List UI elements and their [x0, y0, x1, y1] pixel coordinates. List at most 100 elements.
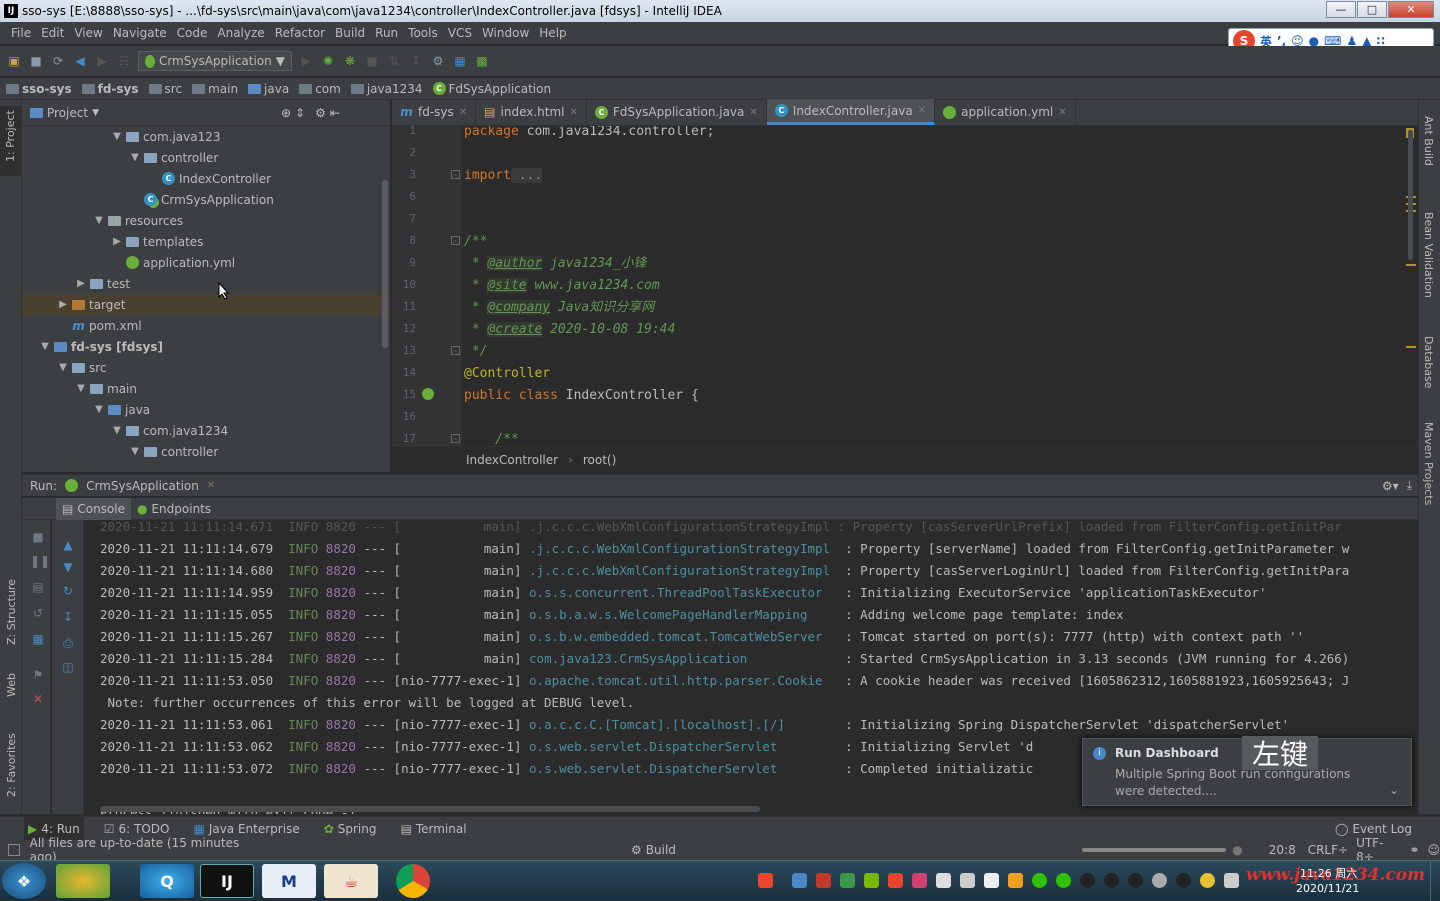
menu-tools[interactable]: Tools — [403, 26, 443, 40]
nvidia-icon[interactable] — [864, 873, 879, 888]
collapse-all-icon[interactable]: ⇕ — [295, 106, 305, 120]
tree-item[interactable]: application.yml — [22, 252, 390, 273]
nav-main[interactable]: main — [192, 82, 238, 96]
spring-bean-icon[interactable] — [422, 388, 434, 400]
menu-file[interactable]: File — [6, 26, 36, 40]
menu-help[interactable]: Help — [534, 26, 571, 40]
scroll-from-source-icon[interactable]: ⊕ — [281, 106, 291, 120]
expand-arrow-icon[interactable]: ▼ — [76, 383, 86, 394]
bean-validation-label[interactable]: Bean Validation — [1422, 212, 1435, 298]
tray-icon-3[interactable] — [912, 873, 927, 888]
clock-date[interactable]: 2020/11/21 — [1296, 882, 1359, 895]
tree-item[interactable]: ▼ controller — [22, 441, 390, 462]
editor-scrollbar[interactable] — [1408, 130, 1413, 260]
hide-panel-icon[interactable]: ⤓ — [1407, 478, 1412, 493]
layout-icon[interactable]: ▤ — [30, 580, 46, 596]
tray-icon-4[interactable] — [936, 873, 951, 888]
fold-icon[interactable]: - — [451, 170, 460, 179]
scroll-to-end-icon[interactable]: ↧ — [60, 610, 76, 626]
intellij-taskbar-icon[interactable]: IJ — [200, 864, 254, 898]
menu-analyze[interactable]: Analyze — [212, 26, 269, 40]
sdk-icon[interactable]: ▩ — [474, 53, 490, 69]
tree-item[interactable]: ▶ templates — [22, 231, 390, 252]
collapse-arrow-icon[interactable]: ▶ — [76, 278, 86, 289]
browser-q-icon[interactable]: Q — [140, 864, 194, 898]
maven-projects-label[interactable]: Maven Projects — [1422, 422, 1435, 505]
menu-edit[interactable]: Edit — [36, 26, 69, 40]
clock-time[interactable]: 11:26 周六 — [1300, 865, 1357, 881]
photo-app-icon[interactable] — [56, 864, 110, 898]
tool-terminal[interactable]: ▤ Terminal — [397, 817, 471, 841]
tray-icon-1[interactable] — [792, 873, 807, 888]
fold-icon[interactable]: - — [451, 434, 460, 443]
chrome-icon[interactable] — [396, 864, 430, 898]
tree-item[interactable]: ▼ resources — [22, 210, 390, 231]
console-hscrollbar[interactable] — [100, 806, 760, 812]
project-scrollbar[interactable] — [382, 180, 388, 348]
run-config-tab[interactable]: CrmSysApplication — [86, 479, 199, 493]
tree-item[interactable]: ▼ controller — [22, 147, 390, 168]
tree-item[interactable]: m pom.xml — [22, 315, 390, 336]
close-run-icon[interactable]: ✕ — [30, 692, 46, 708]
tray-icon-6[interactable] — [984, 873, 999, 888]
nav-fdsysapplication[interactable]: C FdSysApplication — [432, 82, 551, 96]
volume-icon[interactable] — [1224, 873, 1239, 888]
print-icon[interactable]: ⎙ — [60, 636, 76, 652]
chevron-down-icon[interactable]: ⌄ — [1389, 783, 1399, 797]
scroll-down-icon[interactable]: ▼ — [60, 560, 76, 576]
expand-arrow-icon[interactable]: ▼ — [58, 362, 68, 373]
nav-src[interactable]: src — [148, 82, 182, 96]
menu-navigate[interactable]: Navigate — [108, 26, 172, 40]
marker[interactable] — [1406, 264, 1416, 266]
qq-icon[interactable] — [1080, 873, 1095, 888]
coverage-icon[interactable]: ❋ — [342, 53, 358, 69]
tray-icon-2[interactable] — [816, 873, 831, 888]
shield-icon[interactable] — [840, 873, 855, 888]
close-icon[interactable]: ✕ — [1058, 107, 1066, 118]
tab-index-html[interactable]: ▤ index.html ✕ — [476, 99, 587, 125]
save-icon[interactable]: ■ — [28, 53, 44, 69]
tool-spring[interactable]: ✿ Spring — [320, 817, 381, 841]
nav-fd-sys[interactable]: fd-sys — [81, 82, 139, 96]
tab-console[interactable]: ▤ Console — [56, 497, 131, 520]
gear-icon[interactable]: ⚙ — [315, 106, 326, 120]
update-icon[interactable]: ⇅ — [386, 53, 402, 69]
ant-build-label[interactable]: Ant Build — [1422, 116, 1435, 166]
restore-icon[interactable]: ↺ — [30, 606, 46, 622]
tree-item[interactable]: ▼ java — [22, 399, 390, 420]
tree-item[interactable]: C CrmSysApplication — [22, 189, 390, 210]
nav-java[interactable]: java — [248, 82, 289, 96]
nav-java1234[interactable]: java1234 — [350, 82, 423, 96]
settings-icon[interactable]: ⚙ — [430, 53, 446, 69]
expand-arrow-icon[interactable]: ▼ — [94, 404, 104, 415]
pin-icon[interactable]: ⚑ — [30, 668, 46, 684]
scroll-up-icon[interactable]: ▲ — [60, 538, 76, 554]
project-panel-title[interactable]: Project — [47, 106, 88, 120]
tab-application-yml[interactable]: application.yml ✕ — [935, 99, 1076, 125]
breadcrumb-method[interactable]: root() — [583, 453, 616, 467]
tab-fd-sys[interactable]: m fd-sys ✕ — [392, 99, 477, 125]
nav-com[interactable]: com — [299, 82, 341, 96]
menu-vcs[interactable]: VCS — [443, 26, 477, 40]
close-icon[interactable]: ✕ — [918, 105, 926, 116]
wechat-icon[interactable] — [1032, 873, 1047, 888]
notification-body-2[interactable]: were detected.... — [1115, 784, 1217, 798]
expand-arrow-icon[interactable]: ▼ — [94, 215, 104, 226]
tree-item[interactable]: ▼ main — [22, 378, 390, 399]
expand-arrow-icon[interactable]: ▼ — [130, 446, 140, 457]
collapse-arrow-icon[interactable]: ▶ — [112, 236, 122, 247]
forward-icon[interactable]: ▶ — [94, 53, 110, 69]
status-build[interactable]: Build — [646, 843, 676, 857]
soft-wrap-icon[interactable]: ↻ — [60, 584, 76, 600]
wechat-icon-2[interactable] — [1056, 873, 1071, 888]
code-editor[interactable]: package com.java1234.controller; import … — [462, 126, 1408, 446]
download-icon[interactable]: ↧ — [408, 53, 424, 69]
java-app-icon[interactable]: ☕ — [324, 864, 378, 898]
mail-app-icon[interactable]: M — [262, 864, 316, 898]
close-window-button[interactable]: ✕ — [1388, 1, 1434, 18]
web-tool-label[interactable]: Web — [5, 673, 18, 697]
menu-build[interactable]: Build — [330, 26, 370, 40]
gear-icon[interactable]: ⚙▾ — [1382, 479, 1399, 493]
tray-icon-7[interactable] — [1008, 873, 1023, 888]
stop-icon[interactable]: ■ — [30, 530, 46, 546]
